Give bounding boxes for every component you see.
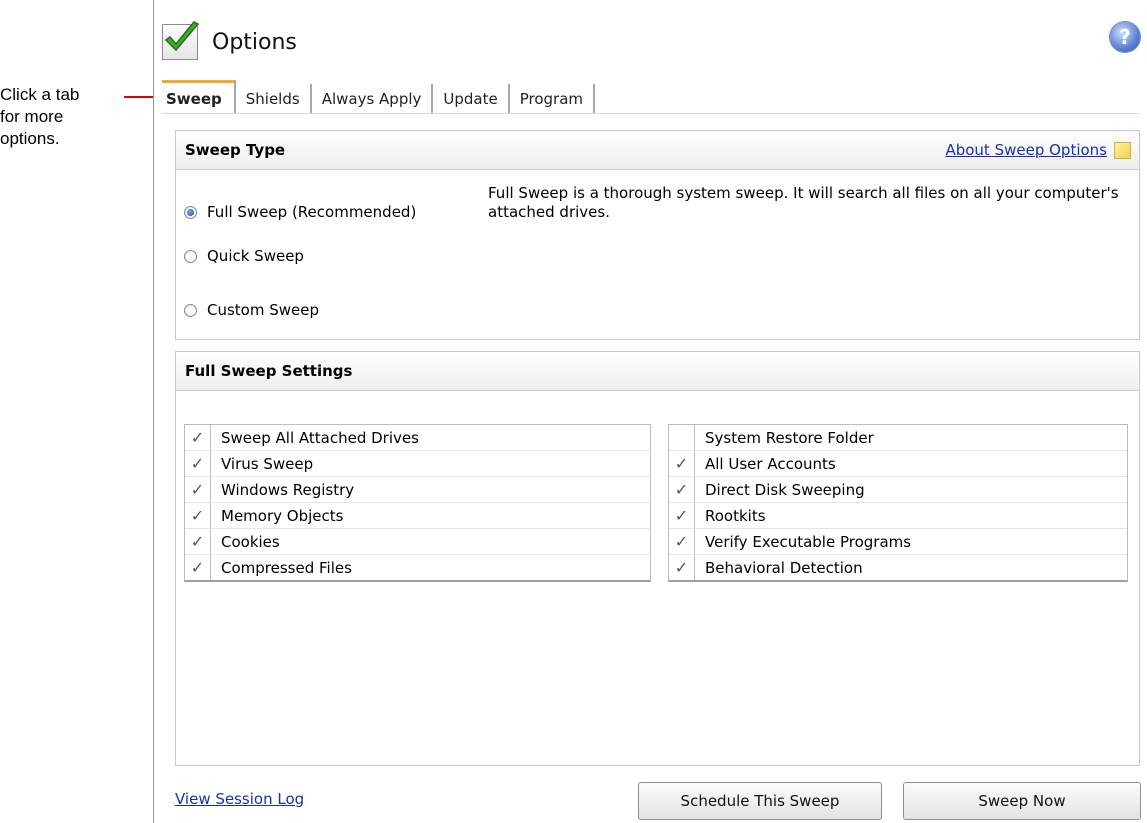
page-title: Options	[212, 29, 297, 55]
setting-row: ✓ Compressed Files	[185, 555, 650, 580]
sweep-now-button[interactable]: Sweep Now	[903, 782, 1141, 820]
checkmark-icon[interactable]: ✓	[185, 529, 211, 554]
tab-shields[interactable]: Shields	[236, 84, 312, 114]
about-sweep-options-link[interactable]: About Sweep Options	[945, 141, 1107, 159]
checkmark-icon[interactable]: ✓	[185, 425, 211, 450]
checkmark-icon[interactable]: ✓	[669, 529, 695, 554]
setting-label: Windows Registry	[221, 480, 355, 499]
settings-list-right: System Restore Folder ✓ All User Accounts…	[668, 424, 1128, 582]
note-icon[interactable]	[1114, 142, 1131, 159]
sweep-type-panel: Sweep Type About Sweep Options Full Swee…	[175, 130, 1140, 340]
setting-label: Direct Disk Sweeping	[705, 480, 865, 499]
checkmark-icon[interactable]: ✓	[669, 477, 695, 502]
sweep-description: Full Sweep is a thorough system sweep. I…	[488, 184, 1119, 221]
setting-row: ✓ Sweep All Attached Drives	[185, 425, 650, 451]
help-icon[interactable]: ?	[1110, 22, 1140, 52]
tab-divider	[162, 113, 1140, 114]
settings-list-left: ✓ Sweep All Attached Drives ✓ Virus Sweep …	[184, 424, 651, 582]
setting-label: Memory Objects	[221, 506, 344, 525]
checkmark-icon[interactable]: ✓	[185, 503, 211, 528]
setting-label: All User Accounts	[705, 454, 836, 473]
setting-row: ✓ All User Accounts	[669, 451, 1127, 477]
full-sweep-settings-panel: Full Sweep Settings ✓ Sweep All Attached …	[175, 351, 1140, 766]
setting-label: Verify Executable Programs	[705, 532, 912, 551]
setting-row: ✓ Cookies	[185, 529, 650, 555]
radio-label: Quick Sweep	[207, 247, 304, 265]
radio-button[interactable]	[184, 303, 197, 317]
checkmark-icon	[162, 21, 200, 60]
radio-label: Full Sweep (Recommended)	[207, 203, 417, 221]
checkmark-icon[interactable]: ✓	[185, 555, 211, 580]
header: Options	[162, 20, 297, 64]
setting-row: ✓ Virus Sweep	[185, 451, 650, 477]
setting-label: Sweep All Attached Drives	[221, 428, 419, 447]
tab-sweep[interactable]: Sweep	[162, 80, 236, 114]
radio-full-sweep[interactable]: Full Sweep (Recommended)	[184, 203, 416, 221]
tab-update[interactable]: Update	[433, 84, 510, 114]
checkmark-icon[interactable]: ✓	[185, 477, 211, 502]
setting-label: Cookies	[221, 532, 280, 551]
radio-button[interactable]	[184, 249, 197, 263]
tab-always-apply[interactable]: Always Apply	[312, 84, 434, 114]
options-window: Options ? Sweep Shields Always Apply Upd…	[153, 0, 1147, 823]
radio-button[interactable]	[184, 205, 197, 219]
setting-row: ✓ Direct Disk Sweeping	[669, 477, 1127, 503]
radio-quick-sweep[interactable]: Quick Sweep	[184, 247, 304, 265]
tab-program[interactable]: Program	[510, 84, 596, 114]
radio-custom-sweep[interactable]: Custom Sweep	[184, 301, 319, 319]
setting-row: System Restore Folder	[669, 425, 1127, 451]
checkmark-icon[interactable]: ✓	[669, 451, 695, 476]
checkmark-icon[interactable]: ✓	[185, 451, 211, 476]
checkmark-icon[interactable]: ✓	[669, 555, 695, 580]
callout-line: Click a tab	[0, 85, 80, 104]
panel-title: Sweep Type	[185, 141, 286, 159]
setting-row: ✓ Behavioral Detection	[669, 555, 1127, 580]
setting-row: ✓ Memory Objects	[185, 503, 650, 529]
schedule-sweep-button[interactable]: Schedule This Sweep	[638, 782, 882, 820]
setting-label: Compressed Files	[221, 558, 352, 577]
panel-header: Sweep Type About Sweep Options	[176, 131, 1139, 170]
empty-checkbox[interactable]	[669, 425, 695, 450]
callout-line: for more	[0, 107, 64, 126]
setting-label: System Restore Folder	[705, 428, 874, 447]
view-session-log-link[interactable]: View Session Log	[175, 790, 304, 808]
radio-label: Custom Sweep	[207, 301, 320, 319]
setting-row: ✓ Rootkits	[669, 503, 1127, 529]
setting-label: Rootkits	[705, 506, 766, 525]
panel-title: Full Sweep Settings	[185, 362, 353, 380]
tab-bar: Sweep Shields Always Apply Update Progra…	[162, 80, 596, 114]
checkmark-icon[interactable]: ✓	[669, 503, 695, 528]
setting-row: ✓ Verify Executable Programs	[669, 529, 1127, 555]
callout-line: options.	[0, 129, 60, 148]
setting-label: Behavioral Detection	[705, 558, 863, 577]
setting-row: ✓ Windows Registry	[185, 477, 650, 503]
setting-label: Virus Sweep	[221, 454, 314, 473]
panel-header: Full Sweep Settings	[176, 352, 1139, 391]
callout-text: Click a tab for more options.	[0, 84, 135, 150]
